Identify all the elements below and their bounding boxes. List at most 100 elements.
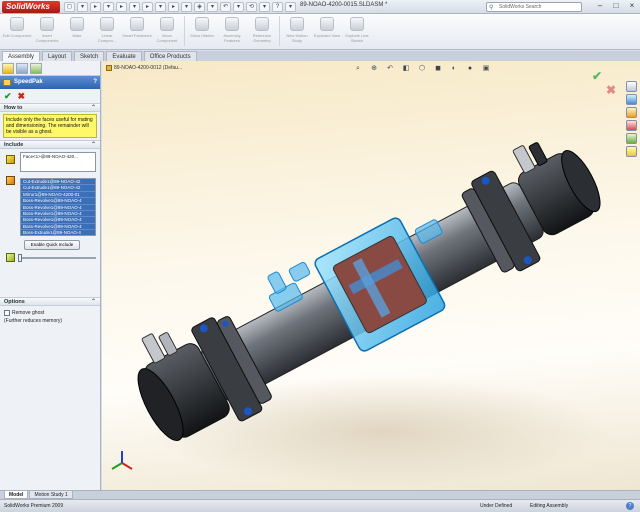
remove-ghost-option[interactable]: Remove ghost <box>4 309 96 317</box>
quick-include-slider-thumb[interactable] <box>18 254 22 262</box>
how-to-message: Include only the faces useful for mating… <box>3 114 97 138</box>
command-tab[interactable]: Evaluate <box>106 51 142 61</box>
reduce-memory-note: (Further reduces memory) <box>4 318 63 324</box>
bottom-tab[interactable]: Model <box>4 491 29 499</box>
confirmation-ok-icon[interactable]: ✔ <box>592 69 602 83</box>
heads-up-toolbar: ⌕ ⊕ ↶ ◧ ⬡ ◼ ◐ ● ▣ <box>352 64 492 73</box>
close-button[interactable]: × <box>626 1 638 12</box>
ribbon-button[interactable]: New Motion Study <box>282 14 312 48</box>
collapse-chevron-icon[interactable]: ⌃ <box>91 298 96 307</box>
scene-icon[interactable]: ▣ <box>480 64 492 73</box>
quick-access-button[interactable]: ⟲ <box>246 2 257 12</box>
bodies-cube-icon <box>6 176 15 185</box>
graphics-area[interactable]: 89-NOAO-4200-0012 (Defau... ⌕ ⊕ ↶ ◧ ⬡ ◼ … <box>102 61 640 490</box>
quick-access-button[interactable]: ◈ <box>194 2 205 12</box>
enable-quick-include-button[interactable]: Enable Quick Include <box>24 240 80 250</box>
face-entry[interactable]: Face<1>@89-NOAO-420... <box>23 154 78 159</box>
ribbon-button[interactable]: Move Component <box>152 14 182 48</box>
quick-access-button[interactable]: ? <box>272 2 283 12</box>
command-tab[interactable]: Sketch <box>74 51 105 61</box>
ribbon-button[interactable]: Exploded View <box>312 14 342 48</box>
ribbon-label: Mate <box>72 33 82 38</box>
ok-checkmark-icon[interactable]: ✔ <box>4 92 12 101</box>
ribbon-tool-icon <box>195 17 209 31</box>
quick-access-button[interactable]: ↶ <box>220 2 231 12</box>
appearance-icon[interactable]: ● <box>464 64 476 73</box>
cancel-x-icon[interactable]: ✖ <box>18 92 26 101</box>
design-library-icon[interactable] <box>626 94 637 105</box>
previous-view-icon[interactable]: ↶ <box>384 64 396 73</box>
file-explorer-icon[interactable] <box>626 107 637 118</box>
ribbon-button[interactable]: Linear Compon... <box>92 14 122 48</box>
quick-access-button[interactable]: ▸ <box>168 2 179 12</box>
quick-access-button[interactable]: ▾ <box>285 2 296 12</box>
how-to-section-header[interactable]: How to ⌃ <box>0 103 100 112</box>
view-orientation-icon[interactable]: ⬡ <box>416 64 428 73</box>
search-results-icon[interactable] <box>626 120 637 131</box>
feature-tree-flyout[interactable]: 89-NOAO-4200-0012 (Defau... <box>106 65 182 71</box>
zoom-fit-icon[interactable]: ⌕ <box>352 64 364 73</box>
search-input[interactable]: ⚲ SolidWorks Search <box>486 2 582 12</box>
quick-access-button[interactable]: ▾ <box>233 2 244 12</box>
faces-selection-box[interactable]: Face<1>@89-NOAO-420... <box>20 152 96 172</box>
appearances-icon[interactable] <box>626 146 637 157</box>
quick-access-button[interactable]: ▾ <box>77 2 88 12</box>
display-style-icon[interactable]: ◼ <box>432 64 444 73</box>
quick-access-button[interactable]: ▾ <box>103 2 114 12</box>
quick-access-button[interactable]: ▾ <box>181 2 192 12</box>
status-mode: Editing Assembly <box>530 503 569 509</box>
ribbon-label: Linear Compon... <box>97 33 117 43</box>
ribbon-tool-icon <box>70 17 84 31</box>
manager-tabs <box>0 61 100 76</box>
minimize-button[interactable]: – <box>594 1 606 12</box>
quick-access-button[interactable]: ◻ <box>64 2 75 12</box>
remove-ghost-checkbox[interactable] <box>4 310 10 316</box>
include-section-header[interactable]: Include ⌃ <box>0 140 100 149</box>
maximize-button[interactable]: □ <box>610 1 622 12</box>
view-palette-icon[interactable] <box>626 133 637 144</box>
ribbon-button[interactable]: Mate <box>62 14 92 48</box>
title-bar: SolidWorks ◻ ▾ ▸ ▾ ▸ ▾ ▸ ▾ ▸ ▾ ◈ ▾ ↶ ▾ ⟲ ▾? ▾ 89-NOAO-42… <box>0 0 640 14</box>
confirmation-cancel-icon[interactable]: ✖ <box>606 83 616 97</box>
quick-access-button[interactable]: ▾ <box>129 2 140 12</box>
bottom-tab[interactable]: Motion Study 1 <box>29 491 73 499</box>
section-view-icon[interactable]: ◧ <box>400 64 412 73</box>
command-tab[interactable]: Layout <box>42 51 73 61</box>
search-icon: ⚲ <box>489 5 494 11</box>
collapse-chevron-icon[interactable]: ⌃ <box>91 104 96 113</box>
quick-access-button[interactable]: ▾ <box>259 2 270 12</box>
remove-ghost-label: Remove ghost <box>12 310 45 316</box>
quick-access-button[interactable]: ▾ <box>207 2 218 12</box>
property-manager-tab-icon[interactable] <box>16 63 28 74</box>
zoom-area-icon[interactable]: ⊕ <box>368 64 380 73</box>
configuration-manager-tab-icon[interactable] <box>30 63 42 74</box>
features-selection-list[interactable]: Cut-Extrude1@89-NOAO-42 Cut-Extrude1@89-N… <box>20 178 96 236</box>
command-tab[interactable]: Assembly <box>2 51 41 61</box>
hide-show-icon[interactable]: ◐ <box>448 64 460 73</box>
ribbon-separator <box>184 16 185 46</box>
status-help-icon[interactable]: ? <box>626 502 634 510</box>
ribbon-button[interactable]: Reference Geometry <box>247 14 277 48</box>
feature-list-item[interactable]: Boss-Extrude1@89-NOAO-4 <box>21 230 95 235</box>
ribbon-button[interactable]: Smart Fasteners <box>122 14 152 48</box>
quick-access-button[interactable]: ▾ <box>155 2 166 12</box>
command-manager-ribbon: Edit Component Insert Components Mate Linea… <box>0 14 640 50</box>
solidworks-logo[interactable]: SolidWorks <box>2 1 60 13</box>
ribbon-button[interactable]: Insert Components <box>32 14 62 48</box>
options-section-header[interactable]: Options ⌃ <box>0 297 100 306</box>
quick-access-button[interactable]: ▸ <box>142 2 153 12</box>
ribbon-button[interactable]: Explode Line Sketch <box>342 14 372 48</box>
quick-include-slider-track[interactable] <box>20 257 96 259</box>
ribbon-button[interactable]: Show Hidden <box>187 14 217 48</box>
help-icon[interactable]: ? <box>93 76 97 89</box>
ribbon-button[interactable]: Assembly Features <box>217 14 247 48</box>
feature-manager-tab-icon[interactable] <box>2 63 14 74</box>
ghost-bracket <box>267 271 287 294</box>
assembly-model[interactable] <box>102 61 640 490</box>
ribbon-button[interactable]: Edit Component <box>2 14 32 48</box>
resources-icon[interactable] <box>626 81 637 92</box>
include-section: Face<1>@89-NOAO-420... Cut-Extrude1@89-N… <box>0 149 100 297</box>
quick-access-button[interactable]: ▸ <box>116 2 127 12</box>
quick-access-button[interactable]: ▸ <box>90 2 101 12</box>
command-tab[interactable]: Office Products <box>143 51 197 61</box>
